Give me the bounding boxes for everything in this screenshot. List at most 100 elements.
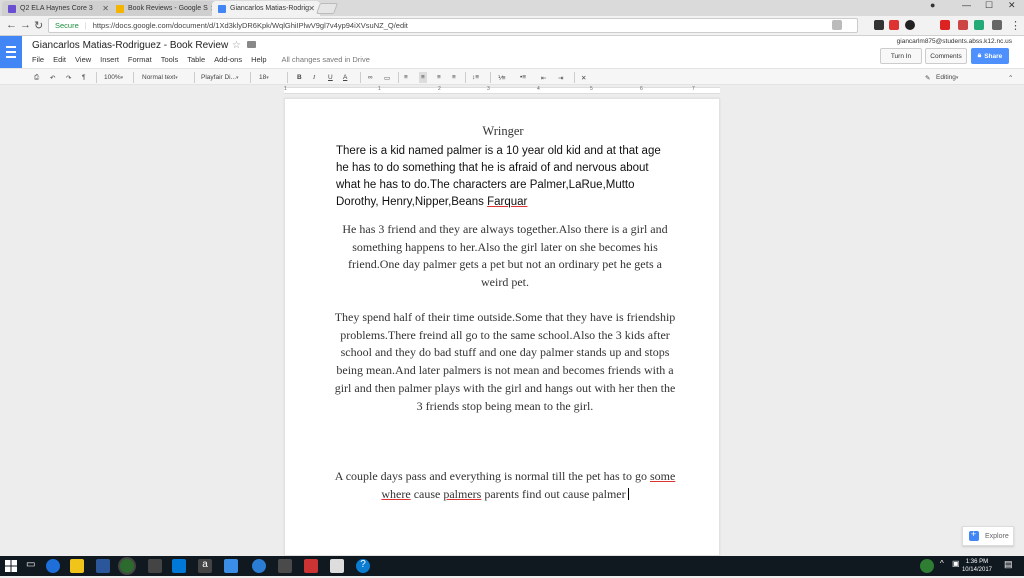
document-page[interactable]: Wringer There is a kid named palmer is a… xyxy=(284,98,720,556)
menu-view[interactable]: View xyxy=(75,55,91,64)
close-tab-icon[interactable]: ✕ xyxy=(308,4,315,13)
store-icon[interactable] xyxy=(172,559,186,573)
spelling-error[interactable]: palmers xyxy=(443,487,481,501)
system-clock[interactable]: 1:36 PM 10/14/2017 xyxy=(962,558,992,574)
browser-tab-doc[interactable]: Giancarlos Matias-Rodrig ✕ xyxy=(212,1,320,16)
italic-button[interactable]: I xyxy=(313,72,315,83)
bold-button[interactable]: B xyxy=(297,72,302,83)
url-bar[interactable]: Secure | https://docs.google.com/documen… xyxy=(48,18,858,33)
close-tab-icon[interactable]: ✕ xyxy=(102,4,109,13)
menu-help[interactable]: Help xyxy=(251,55,266,64)
bulleted-list-icon[interactable]: •≡ xyxy=(520,72,526,83)
turn-in-button[interactable]: Turn In xyxy=(880,48,922,64)
explore-button[interactable]: Explore xyxy=(962,526,1014,546)
minimize-icon[interactable]: — xyxy=(962,0,971,10)
menu-tools[interactable]: Tools xyxy=(161,55,179,64)
task-view-icon[interactable]: ▭ xyxy=(26,559,40,573)
underline-button[interactable]: U xyxy=(328,72,333,83)
new-tab-button[interactable] xyxy=(315,3,339,14)
editing-mode-select[interactable]: Editing xyxy=(936,72,958,83)
decrease-indent-icon[interactable]: ⇤ xyxy=(541,72,546,83)
print-icon[interactable]: ⎙ xyxy=(34,72,39,83)
browser-tab-book-reviews[interactable]: Book Reviews - Google S ✕ xyxy=(110,1,222,16)
app-icon[interactable] xyxy=(148,559,162,573)
clear-formatting-icon[interactable]: ✕ xyxy=(581,72,586,83)
align-center-icon[interactable]: ≡ xyxy=(419,72,427,83)
numbered-list-icon[interactable]: ⅟≡ xyxy=(498,72,505,83)
menu-add-ons[interactable]: Add-ons xyxy=(214,55,242,64)
paragraph-3[interactable]: A couple days pass and everything is nor… xyxy=(333,468,677,503)
extension-icon[interactable] xyxy=(889,20,899,30)
chrome-menu-icon[interactable]: ⋮ xyxy=(1010,19,1021,32)
undo-icon[interactable]: ↶ xyxy=(50,72,55,83)
docs-home-icon[interactable] xyxy=(0,36,22,68)
extension-icon[interactable] xyxy=(905,20,915,30)
app-icon[interactable] xyxy=(252,559,266,573)
explore-icon xyxy=(969,529,979,541)
mail-icon[interactable] xyxy=(330,559,344,573)
menu-format[interactable]: Format xyxy=(128,55,152,64)
increase-indent-icon[interactable]: ⇥ xyxy=(558,72,563,83)
folder-icon[interactable] xyxy=(247,41,256,48)
spelling-error[interactable]: Farquar xyxy=(487,196,527,208)
style-select[interactable]: Normal text xyxy=(142,72,178,83)
maximize-icon[interactable]: ☐ xyxy=(985,0,993,11)
chrome-icon[interactable] xyxy=(120,559,134,573)
paragraph-intro[interactable]: There is a kid named palmer is a 10 year… xyxy=(336,143,676,211)
star-icon[interactable]: ☆ xyxy=(232,40,241,51)
extension-icon[interactable] xyxy=(940,20,950,30)
collapse-icon[interactable]: ⌃ xyxy=(1008,72,1013,83)
menu-edit[interactable]: Edit xyxy=(53,55,66,64)
menu-file[interactable]: File xyxy=(32,55,44,64)
reload-icon[interactable]: ↻ xyxy=(34,19,43,32)
file-explorer-icon[interactable] xyxy=(70,559,84,573)
menu-table[interactable]: Table xyxy=(187,55,205,64)
url-text: https://docs.google.com/document/d/1Xd3k… xyxy=(92,21,408,30)
extension-icon[interactable] xyxy=(874,20,884,30)
user-email[interactable]: giancarlm875@students.abss.k12.nc.us xyxy=(897,38,1012,45)
windows-start-icon[interactable] xyxy=(4,559,18,573)
extension-icon[interactable] xyxy=(974,20,984,30)
justify-icon[interactable]: ≡ xyxy=(452,72,456,83)
amazon-icon[interactable]: a xyxy=(198,559,212,573)
zoom-select[interactable]: 100% xyxy=(104,72,123,83)
line-spacing-icon[interactable]: ↕≡ xyxy=(472,72,479,83)
ruler-bar[interactable] xyxy=(284,87,720,94)
share-button[interactable]: 🔒︎ Share xyxy=(971,48,1009,64)
bookmark-star-icon[interactable] xyxy=(832,20,842,30)
font-select[interactable]: Playfair Di... xyxy=(201,72,239,83)
comments-button[interactable]: Comments xyxy=(925,48,967,64)
app-icon[interactable] xyxy=(278,559,292,573)
align-right-icon[interactable]: ≡ xyxy=(437,72,441,83)
close-window-icon[interactable]: ✕ xyxy=(1008,0,1016,11)
paragraph-2[interactable]: They spend half of their time outside.So… xyxy=(333,309,677,415)
align-left-icon[interactable]: ≡ xyxy=(404,72,408,83)
pencil-icon: ✎ xyxy=(925,74,931,82)
weather-icon[interactable] xyxy=(224,559,238,573)
paragraph-1[interactable]: He has 3 friend and they are always toge… xyxy=(333,221,677,292)
menu-insert[interactable]: Insert xyxy=(100,55,119,64)
paint-format-icon[interactable]: ¶ xyxy=(82,72,86,83)
browser-tab-ela[interactable]: Q2 ELA Haynes Core 3 ✕ xyxy=(2,1,114,16)
help-icon[interactable]: ? xyxy=(356,559,370,573)
comment-icon[interactable]: ▭ xyxy=(384,72,390,83)
tray-icon[interactable] xyxy=(920,559,934,573)
document-title[interactable]: Giancarlos Matias-Rodriguez - Book Revie… xyxy=(32,40,228,51)
document-heading[interactable]: Wringer xyxy=(285,124,721,139)
font-size-select[interactable]: 18 xyxy=(259,72,269,83)
word-icon[interactable] xyxy=(96,559,110,573)
forward-icon[interactable]: → xyxy=(20,19,31,31)
text-color-button[interactable]: A xyxy=(343,72,347,83)
app-icon[interactable] xyxy=(304,559,318,573)
extension-icon[interactable] xyxy=(992,20,1002,30)
link-icon[interactable]: ∞ xyxy=(368,72,373,83)
edge-icon[interactable] xyxy=(46,559,60,573)
extension-icon[interactable] xyxy=(958,20,968,30)
address-bar-row: ← → ↻ Secure | https://docs.google.com/d… xyxy=(0,16,1024,36)
browser-tab-bar: Q2 ELA Haynes Core 3 ✕ Book Reviews - Go… xyxy=(0,0,1024,16)
save-status[interactable]: All changes saved in Drive xyxy=(282,55,370,64)
redo-icon[interactable]: ↷ xyxy=(66,72,71,83)
profile-icon[interactable]: ● xyxy=(930,0,935,10)
notifications-icon[interactable]: ▤ xyxy=(1004,559,1018,573)
back-icon[interactable]: ← xyxy=(6,19,17,31)
